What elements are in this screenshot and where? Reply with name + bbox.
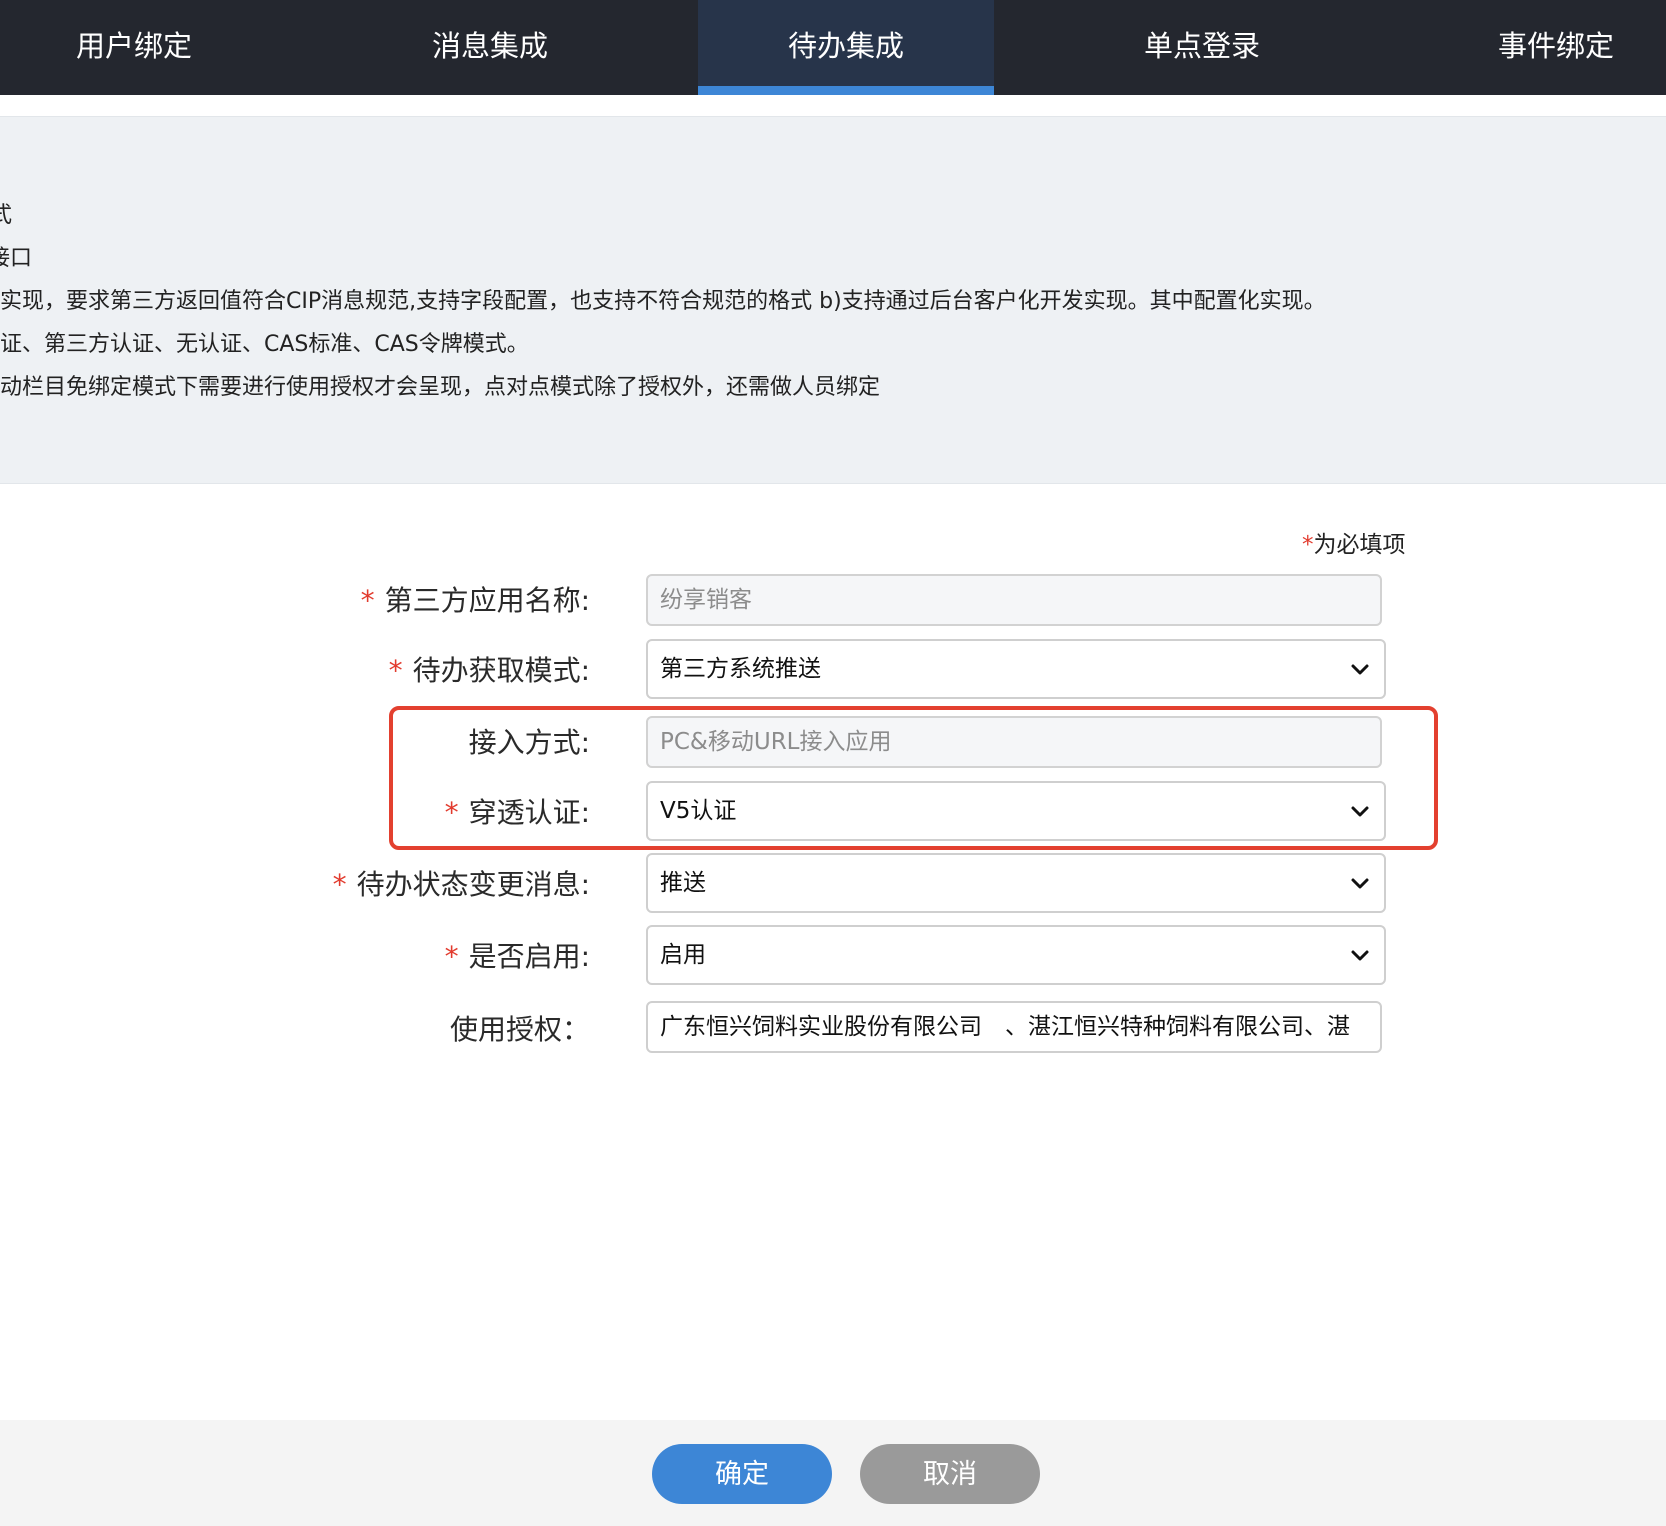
required-note-text: 为必填项 (1313, 532, 1406, 558)
info-line: 实现，要求第三方返回值符合CIP消息规范,支持字段配置，也支持不符合规范的格式 … (0, 289, 1326, 314)
app-name-field[interactable]: 纷享销客 (646, 574, 1382, 626)
cancel-button[interactable]: 取消 (860, 1444, 1040, 1504)
enabled-select[interactable]: 启用 (646, 925, 1386, 985)
required-star: * (1302, 532, 1314, 558)
top-tab-bar: 用户绑定 消息集成 待办集成 单点登录 事件绑定 (0, 0, 1666, 95)
app-name-label: * 第三方应用名称: (0, 579, 590, 619)
tab-user-binding[interactable]: 用户绑定 (0, 0, 268, 95)
required-star: * (444, 940, 459, 973)
authorization-label: 使用授权： (0, 1008, 590, 1048)
tab-sso[interactable]: 单点登录 (1068, 0, 1336, 95)
info-line: 证、第三方认证、无认证、CAS标准、CAS令牌模式。 (0, 332, 529, 357)
chevron-down-icon (1351, 950, 1369, 961)
enabled-label: * 是否启用: (0, 935, 590, 975)
auth-value: V5认证 (660, 798, 737, 824)
required-star: * (360, 584, 375, 617)
status-msg-label-text: 待办状态变更消息: (356, 868, 590, 901)
status-msg-value: 推送 (660, 870, 706, 896)
confirm-button[interactable]: 确定 (652, 1444, 832, 1504)
enabled-label-text: 是否启用: (468, 940, 590, 973)
todo-mode-select[interactable]: 第三方系统推送 (646, 639, 1386, 699)
chevron-down-icon (1351, 878, 1369, 889)
status-msg-label: * 待办状态变更消息: (0, 863, 590, 903)
required-star: * (444, 796, 459, 829)
footer-bar (0, 1420, 1666, 1526)
status-msg-select[interactable]: 推送 (646, 853, 1386, 913)
todo-mode-label-text: 待办获取模式: (412, 654, 590, 687)
required-star: * (388, 654, 403, 687)
tab-event-binding[interactable]: 事件绑定 (1422, 0, 1666, 95)
access-method-field[interactable]: PC&移动URL接入应用 (646, 716, 1382, 768)
info-line: 式 (0, 197, 12, 229)
auth-label-text: 穿透认证: (468, 796, 590, 829)
required-star: * (332, 868, 347, 901)
auth-select[interactable]: V5认证 (646, 781, 1386, 841)
tab-todo-integration[interactable]: 待办集成 (698, 0, 994, 95)
app-name-label-text: 第三方应用名称: (384, 584, 590, 617)
authorization-field[interactable]: 广东恒兴饲料实业股份有限公司 、湛江恒兴特种饲料有限公司、湛 (646, 1001, 1382, 1053)
required-note: *为必填项 (1302, 525, 1406, 559)
info-line: 接口 (0, 246, 33, 271)
todo-mode-value: 第三方系统推送 (660, 656, 821, 682)
tab-message-integration[interactable]: 消息集成 (356, 0, 624, 95)
authorization-label-text: 使用授权： (449, 1013, 590, 1046)
auth-label: * 穿透认证: (0, 791, 590, 831)
todo-mode-label: * 待办获取模式: (0, 649, 590, 689)
enabled-value: 启用 (660, 942, 706, 968)
chevron-down-icon (1351, 664, 1369, 675)
access-method-label-text: 接入方式: (468, 726, 590, 759)
access-method-label: 接入方式: (0, 721, 590, 761)
chevron-down-icon (1351, 806, 1369, 817)
info-panel: 式 接口 实现，要求第三方返回值符合CIP消息规范,支持字段配置，也支持不符合规… (0, 116, 1666, 484)
info-line: 动栏目免绑定模式下需要进行使用授权才会呈现，点对点模式除了授权外，还需做人员绑定 (0, 375, 881, 400)
